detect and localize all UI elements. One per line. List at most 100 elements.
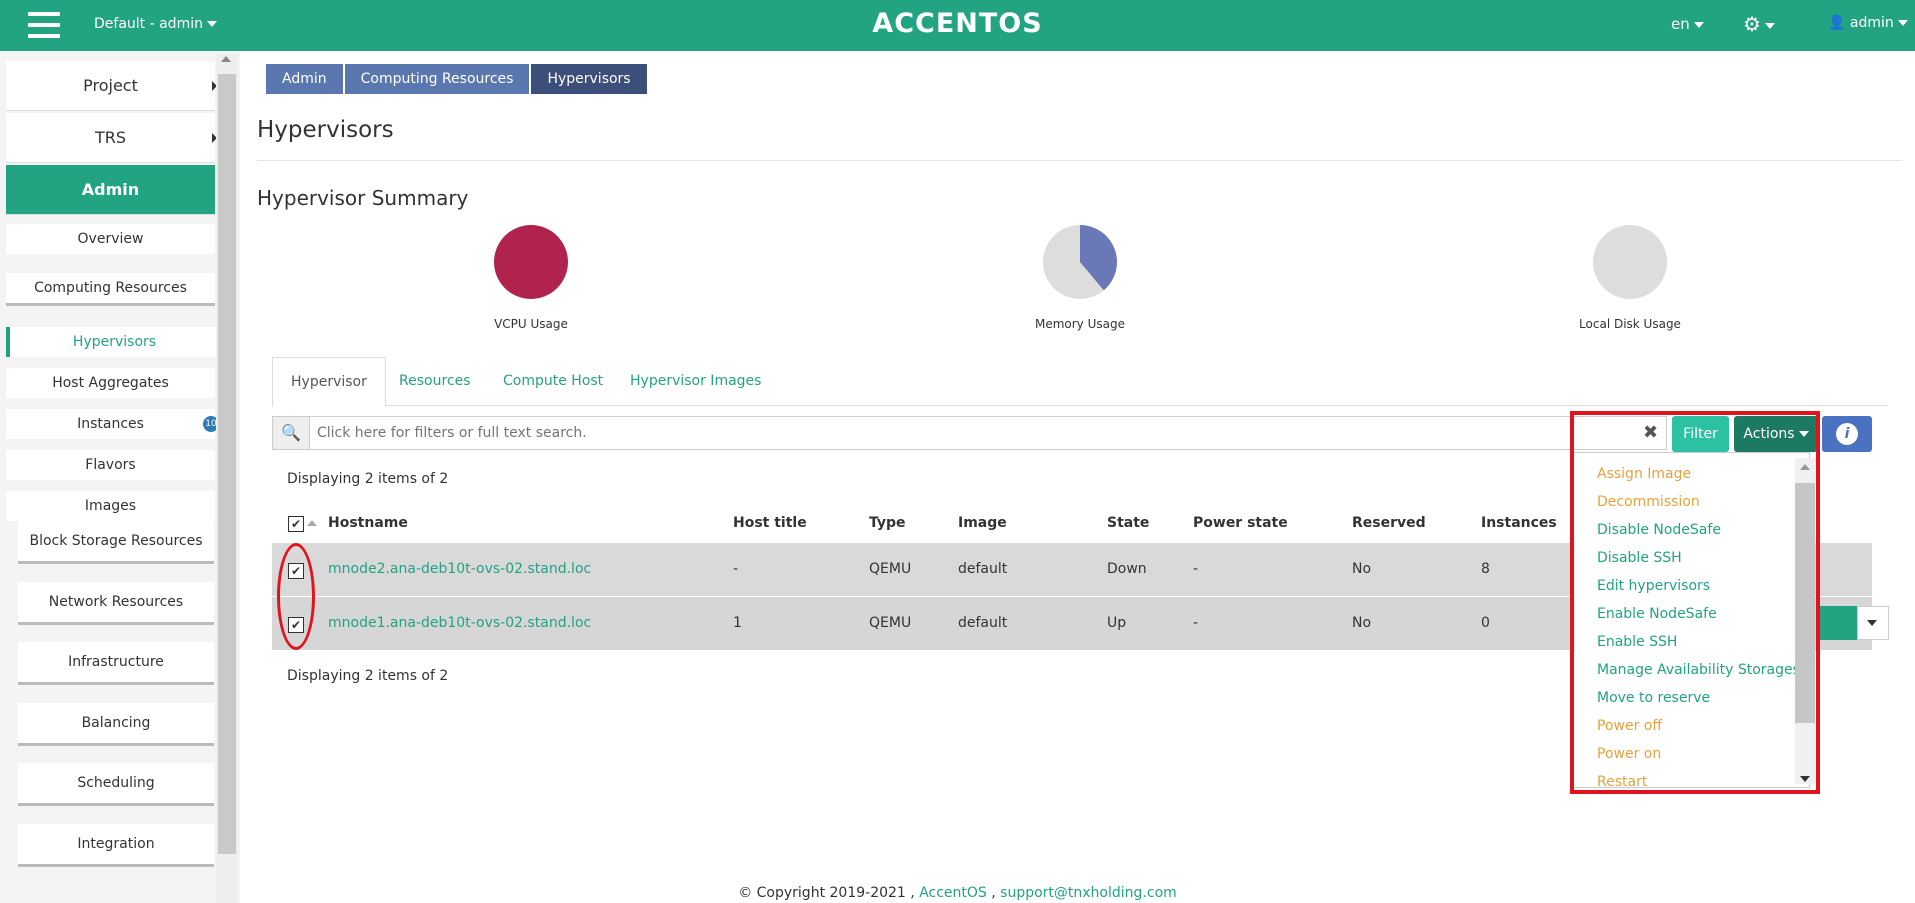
settings-menu[interactable]: ⚙ bbox=[1743, 12, 1775, 36]
tab-hypervisor[interactable]: Hypervisor bbox=[272, 357, 386, 407]
user-menu[interactable]: 👤 admin bbox=[1828, 15, 1908, 31]
footer-email-link[interactable]: support@tnxholding.com bbox=[1000, 885, 1177, 901]
row-action-dropdown[interactable] bbox=[1857, 606, 1889, 640]
scroll-down-icon[interactable] bbox=[1800, 776, 1810, 782]
sidebar-item-label: Scheduling bbox=[77, 775, 155, 791]
dropdown-scrollbar[interactable] bbox=[1795, 458, 1815, 784]
row-checkbox[interactable]: ✔ bbox=[288, 563, 304, 579]
sidebar-item-balancing[interactable]: Balancing bbox=[18, 703, 214, 746]
gear-icon: ⚙ bbox=[1743, 12, 1761, 36]
filter-button[interactable]: Filter bbox=[1672, 416, 1729, 452]
footer-copyright: © Copyright 2019-2021 , bbox=[738, 885, 915, 901]
divider bbox=[257, 160, 1902, 161]
sort-asc-icon[interactable] bbox=[307, 520, 317, 526]
user-name: admin bbox=[1849, 15, 1894, 31]
sidebar-item-label: Admin bbox=[81, 180, 140, 199]
tab-hypervisor-images[interactable]: Hypervisor Images bbox=[612, 357, 779, 405]
row-checkbox[interactable]: ✔ bbox=[288, 617, 304, 633]
column-header-host-title[interactable]: Host title bbox=[733, 515, 807, 531]
column-header-instances[interactable]: Instances bbox=[1481, 515, 1557, 531]
memory-usage-pie bbox=[1043, 225, 1117, 299]
menu-item-disable-ssh[interactable]: Disable SSH bbox=[1597, 550, 1682, 566]
sidebar-item-block-storage[interactable]: Block Storage Resources bbox=[18, 521, 214, 564]
reserved-cell: No bbox=[1352, 561, 1372, 577]
footer-separator: , bbox=[991, 885, 996, 901]
breadcrumb-hypervisors[interactable]: Hypervisors bbox=[531, 64, 647, 94]
search-input[interactable] bbox=[315, 421, 1619, 445]
column-header-state[interactable]: State bbox=[1107, 515, 1149, 531]
state-cell: Down bbox=[1107, 561, 1147, 577]
sidebar-scrollbar-thumb[interactable] bbox=[218, 74, 236, 854]
scroll-up-icon[interactable] bbox=[221, 56, 231, 62]
menu-item-power-on[interactable]: Power on bbox=[1597, 746, 1661, 762]
local-disk-usage-pie bbox=[1593, 225, 1667, 299]
menu-item-assign-image[interactable]: Assign Image bbox=[1597, 466, 1691, 482]
column-header-image[interactable]: Image bbox=[958, 515, 1007, 531]
host-title-cell: 1 bbox=[733, 615, 742, 631]
sidebar-item-computing-resources[interactable]: Computing Resources bbox=[6, 273, 215, 306]
sidebar-item-flavors[interactable]: Flavors bbox=[6, 450, 215, 480]
state-cell: Up bbox=[1107, 615, 1127, 631]
sidebar-item-host-aggregates[interactable]: Host Aggregates bbox=[6, 368, 215, 398]
language-label: en bbox=[1671, 15, 1690, 33]
sidebar-item-label: Infrastructure bbox=[68, 654, 164, 670]
column-header-hostname[interactable]: Hostname bbox=[328, 515, 408, 531]
breadcrumb-computing-resources[interactable]: Computing Resources bbox=[344, 64, 530, 94]
column-header-reserved[interactable]: Reserved bbox=[1352, 515, 1426, 531]
actions-button[interactable]: Actions bbox=[1734, 416, 1818, 452]
sidebar-item-label: Images bbox=[84, 498, 137, 514]
dropdown-scrollbar-thumb[interactable] bbox=[1795, 483, 1815, 723]
menu-item-edit-hypervisors[interactable]: Edit hypervisors bbox=[1597, 578, 1710, 594]
menu-item-enable-ssh[interactable]: Enable SSH bbox=[1597, 634, 1677, 650]
memory-usage-label: Memory Usage bbox=[1034, 317, 1125, 331]
chevron-down-icon bbox=[1897, 20, 1908, 26]
tab-resources[interactable]: Resources bbox=[381, 357, 489, 405]
reserved-cell: No bbox=[1352, 615, 1372, 631]
sidebar-item-label: Host Aggregates bbox=[52, 375, 169, 391]
hostname-link[interactable]: mnode2.ana-deb10t-ovs-02.stand.loc bbox=[328, 561, 591, 577]
sidebar-item-hypervisors[interactable]: Hypervisors bbox=[6, 327, 219, 357]
menu-item-disable-nodesafe[interactable]: Disable NodeSafe bbox=[1597, 522, 1721, 538]
row-action-button[interactable] bbox=[1817, 606, 1857, 640]
instances-cell: 8 bbox=[1481, 561, 1490, 577]
search-bar: 🔍 ✖ bbox=[272, 416, 1667, 450]
sidebar-item-overview[interactable]: Overview bbox=[6, 224, 215, 254]
user-icon: 👤 bbox=[1828, 15, 1846, 31]
column-header-type[interactable]: Type bbox=[869, 515, 906, 531]
vcpu-usage-label: VCPU Usage bbox=[494, 317, 568, 331]
sidebar-item-label: Project bbox=[83, 76, 138, 95]
image-cell: default bbox=[958, 561, 1008, 577]
type-cell: QEMU bbox=[869, 561, 912, 577]
clear-icon[interactable]: ✖ bbox=[1643, 422, 1658, 443]
sidebar-item-integration[interactable]: Integration bbox=[18, 824, 214, 867]
select-all-checkbox[interactable]: ✔ bbox=[288, 516, 304, 532]
image-cell: default bbox=[958, 615, 1008, 631]
menu-item-power-off[interactable]: Power off bbox=[1597, 718, 1662, 734]
menu-item-restart[interactable]: Restart bbox=[1597, 774, 1647, 787]
sidebar-item-images[interactable]: Images bbox=[6, 491, 215, 521]
menu-item-manage-availability-storages[interactable]: Manage Availability Storages bbox=[1597, 662, 1800, 678]
language-selector[interactable]: en bbox=[1671, 15, 1704, 33]
chevron-down-icon bbox=[1867, 620, 1877, 626]
menu-item-move-to-reserve[interactable]: Move to reserve bbox=[1597, 690, 1710, 706]
sidebar-item-network-resources[interactable]: Network Resources bbox=[18, 582, 214, 625]
menu-item-decommission[interactable]: Decommission bbox=[1597, 494, 1700, 510]
scroll-up-icon[interactable] bbox=[1800, 464, 1810, 470]
power-state-cell: - bbox=[1193, 615, 1199, 631]
sidebar-item-label: Integration bbox=[77, 836, 155, 852]
sidebar-item-instances[interactable]: Instances 10 bbox=[6, 409, 219, 439]
sidebar-item-trs[interactable]: TRS bbox=[6, 113, 217, 163]
info-button[interactable]: i bbox=[1822, 416, 1872, 452]
actions-button-label: Actions bbox=[1743, 426, 1795, 442]
sidebar-scrollbar[interactable] bbox=[216, 54, 238, 903]
footer-brand-link[interactable]: AccentOS bbox=[919, 885, 987, 901]
sidebar-item-project[interactable]: Project bbox=[6, 61, 217, 111]
menu-item-enable-nodesafe[interactable]: Enable NodeSafe bbox=[1597, 606, 1717, 622]
hostname-link[interactable]: mnode1.ana-deb10t-ovs-02.stand.loc bbox=[328, 615, 591, 631]
breadcrumb-admin[interactable]: Admin bbox=[266, 64, 343, 94]
sidebar-item-infrastructure[interactable]: Infrastructure bbox=[18, 642, 214, 685]
sidebar-item-scheduling[interactable]: Scheduling bbox=[18, 763, 214, 806]
sidebar-item-admin[interactable]: Admin bbox=[6, 165, 215, 215]
tab-compute-host[interactable]: Compute Host bbox=[485, 357, 621, 405]
column-header-power-state[interactable]: Power state bbox=[1193, 515, 1288, 531]
